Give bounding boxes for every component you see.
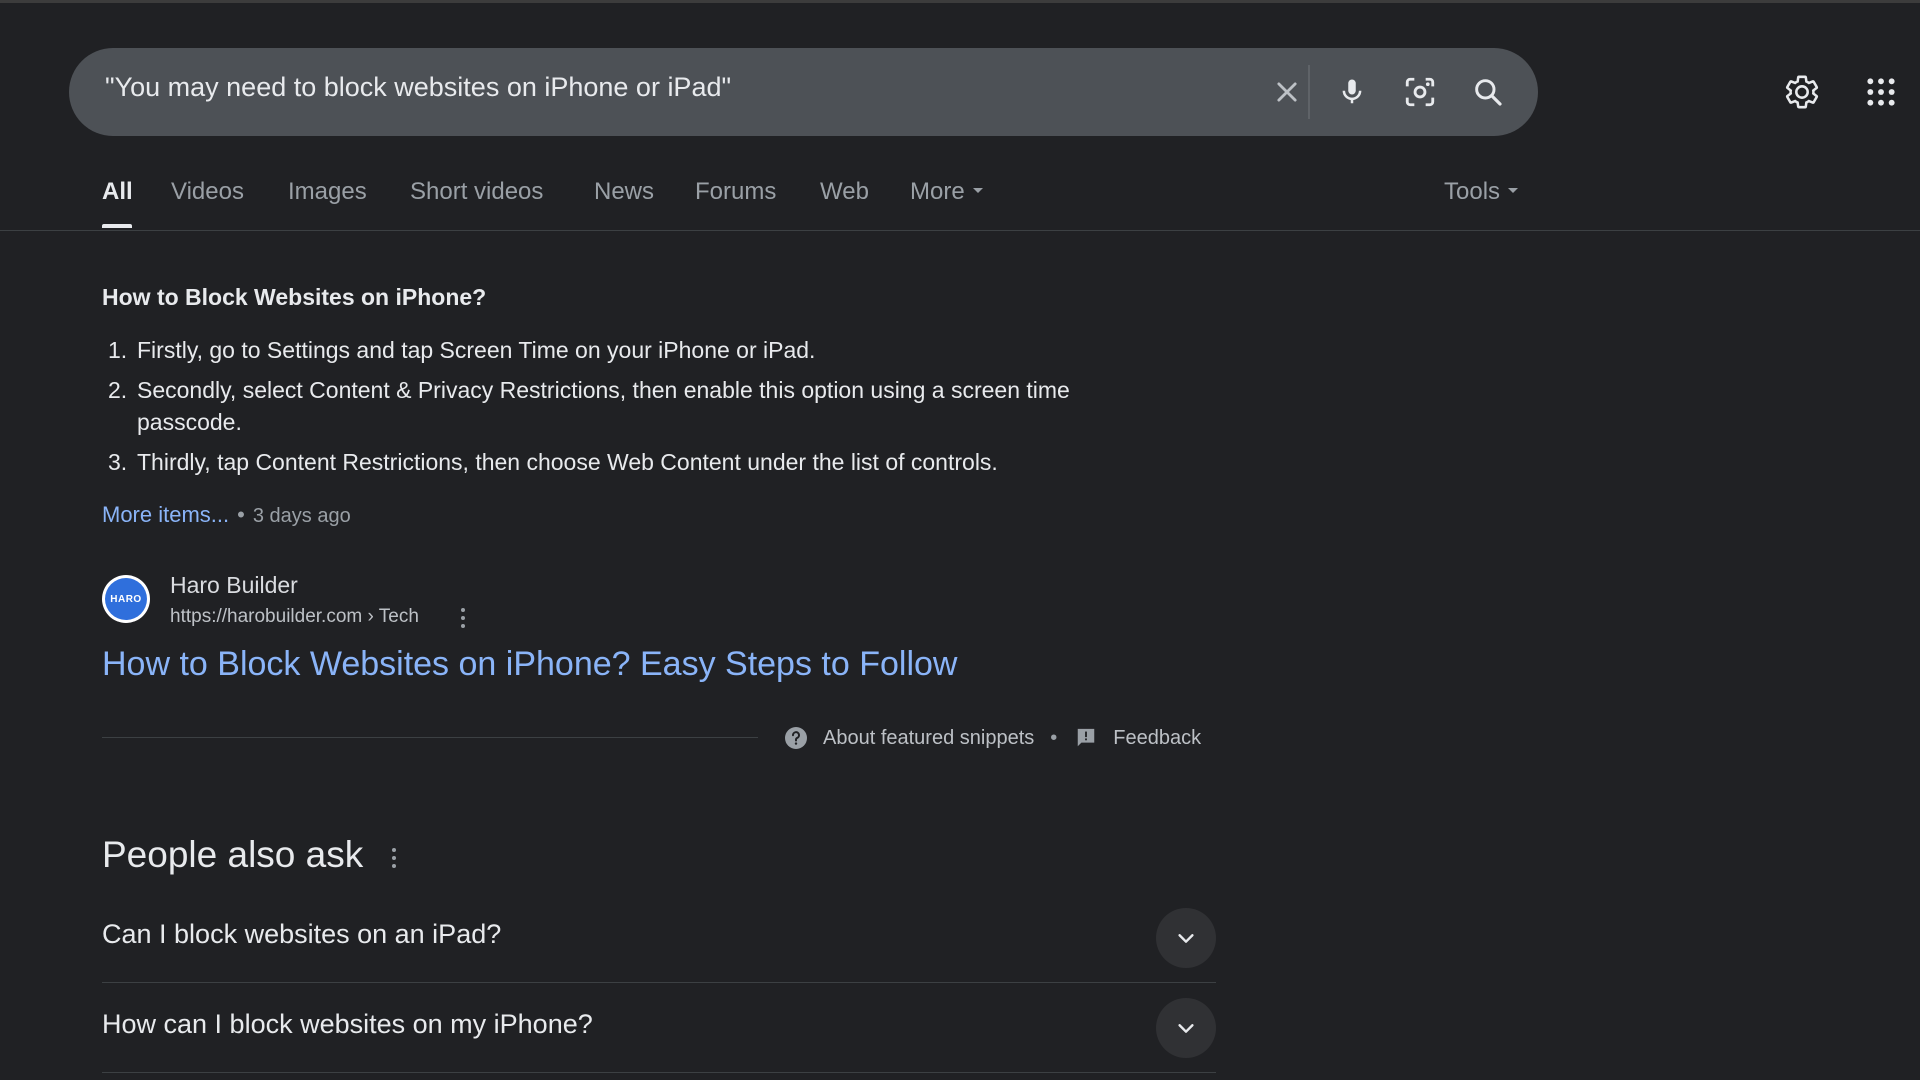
more-options-icon[interactable] (388, 845, 400, 871)
search-input[interactable]: "You may need to block websites on iPhon… (105, 72, 731, 103)
result-title-link[interactable]: How to Block Websites on iPhone? Easy St… (102, 645, 957, 684)
caret-down-icon (972, 188, 983, 194)
more-items-link[interactable]: More items... (102, 502, 229, 527)
gear-icon[interactable] (1778, 68, 1826, 116)
close-icon[interactable] (1265, 70, 1309, 114)
more-options-icon[interactable] (455, 604, 471, 632)
source-url[interactable]: https://harobuilder.com › Tech (170, 606, 419, 628)
tab-web[interactable]: Web (820, 178, 869, 206)
feedback-link[interactable]: Feedback (1113, 727, 1201, 750)
top-border (0, 0, 1920, 3)
snippet-heading: How to Block Websites on iPhone? (102, 284, 487, 310)
question-text: How can I block websites on my iPhone? (102, 1009, 593, 1039)
tab-images[interactable]: Images (288, 178, 367, 206)
about-featured-snippets-link[interactable]: About featured snippets (823, 727, 1034, 750)
tab-videos[interactable]: Videos (171, 178, 244, 206)
tabs-divider (0, 230, 1920, 231)
tools-button[interactable]: Tools (1444, 178, 1519, 206)
meta-separator: • (237, 502, 245, 527)
chevron-down-icon[interactable] (1156, 998, 1216, 1058)
apps-grid-icon[interactable] (1857, 68, 1905, 116)
search-icon[interactable] (1466, 70, 1510, 114)
camera-lens-icon[interactable] (1398, 70, 1442, 114)
favicon-logo: HARO (105, 578, 147, 620)
snippet-footer: About featured snippets • Feedback (783, 725, 1201, 751)
tab-more-label: More (910, 178, 965, 205)
question-row[interactable]: How can I block websites on my iPhone? (102, 983, 1216, 1073)
list-item: 2. Secondly, select Content & Privacy Res… (102, 374, 1152, 438)
source-favicon[interactable]: HARO (102, 575, 150, 623)
caret-down-icon (1508, 188, 1519, 194)
step-text: Thirdly, tap Content Restrictions, then … (137, 449, 998, 475)
question-text: Can I block websites on an iPad? (102, 919, 502, 949)
active-tab-indicator (102, 224, 132, 228)
tab-more[interactable]: More (910, 178, 983, 206)
search-bar[interactable]: "You may need to block websites on iPhon… (69, 48, 1538, 136)
step-number: 2. (108, 377, 128, 403)
footer-separator: • (1050, 726, 1058, 749)
help-icon (783, 725, 809, 751)
people-also-ask-heading: People also ask (102, 834, 364, 875)
feedback-icon (1073, 725, 1099, 751)
snippet-steps: 1. Firstly, go to Settings and tap Screen… (102, 334, 1152, 486)
search-divider (1308, 65, 1310, 119)
snippet-meta: More items... • 3 days ago (102, 502, 351, 528)
tab-short-videos[interactable]: Short videos (410, 178, 543, 206)
chevron-down-icon[interactable] (1156, 908, 1216, 968)
list-item: 3. Thirdly, tap Content Restrictions, the… (102, 446, 1152, 478)
step-text: Secondly, select Content & Privacy Restr… (137, 377, 1070, 435)
step-number: 1. (108, 337, 128, 363)
tab-news[interactable]: News (594, 178, 654, 206)
snippet-divider (102, 737, 758, 738)
step-number: 3. (108, 449, 128, 475)
tools-label: Tools (1444, 178, 1501, 205)
tab-forums[interactable]: Forums (695, 178, 776, 206)
snippet-date: 3 days ago (252, 505, 351, 527)
source-name[interactable]: Haro Builder (170, 572, 298, 599)
question-row[interactable]: Can I block websites on an iPad? (102, 893, 1216, 983)
tab-all[interactable]: All (102, 178, 133, 206)
microphone-icon[interactable] (1330, 70, 1374, 114)
list-item: 1. Firstly, go to Settings and tap Screen… (102, 334, 1152, 366)
step-text: Firstly, go to Settings and tap Screen T… (137, 337, 816, 363)
